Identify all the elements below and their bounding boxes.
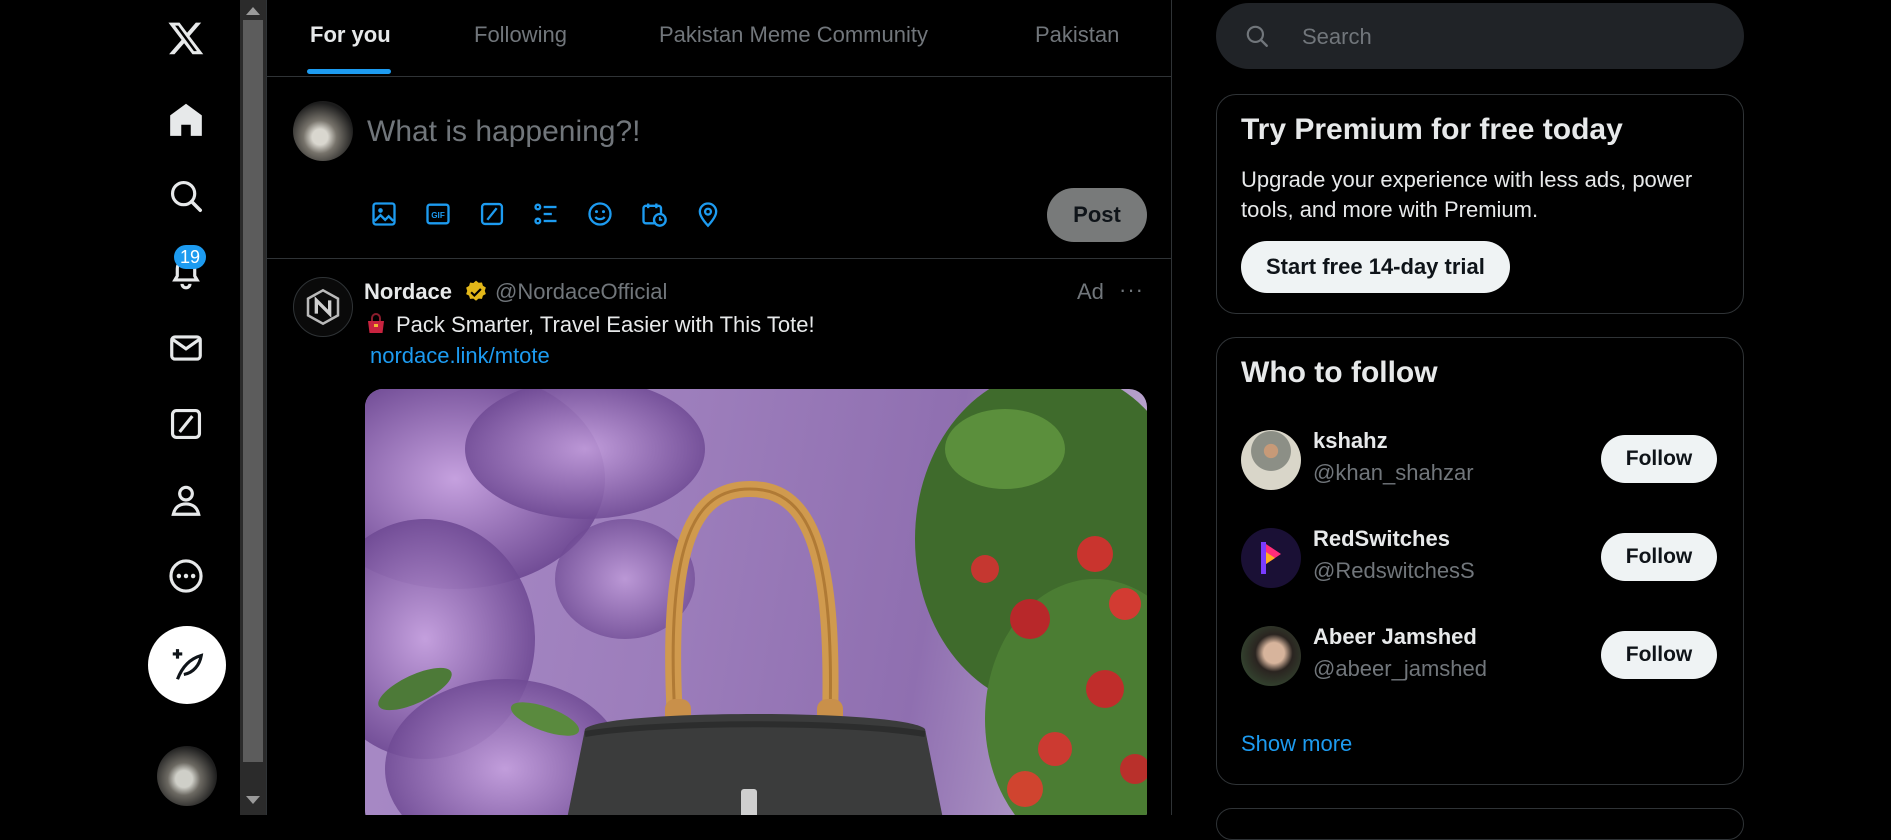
follow-button[interactable]: Follow	[1601, 631, 1717, 679]
avatar[interactable]	[1241, 528, 1301, 588]
suggested-user-handle[interactable]: @abeer_jamshed	[1313, 656, 1487, 682]
location-icon[interactable]	[693, 199, 723, 229]
who-to-follow-title: Who to follow	[1241, 356, 1438, 389]
verified-badge-icon	[466, 280, 486, 301]
avatar[interactable]	[1241, 626, 1301, 686]
composer-avatar[interactable]	[293, 101, 353, 161]
mail-icon[interactable]	[164, 326, 208, 370]
premium-description: Upgrade your experience with less ads, p…	[1241, 167, 1693, 222]
handbag-emoji-icon	[368, 313, 384, 333]
suggested-user-name[interactable]: kshahz	[1313, 428, 1388, 454]
tweet-media-image[interactable]	[365, 389, 1147, 815]
premium-card: Try Premium for free today Upgrade your …	[1216, 94, 1744, 314]
more-icon[interactable]	[164, 554, 208, 598]
grok-icon[interactable]	[477, 199, 507, 229]
follow-suggestion[interactable]: Abeer Jamshed @abeer_jamshed Follow	[1217, 616, 1743, 696]
active-tab-indicator	[307, 69, 391, 74]
suggested-user-handle[interactable]: @khan_shahzar	[1313, 460, 1474, 486]
composer-input[interactable]: What is happening?!	[367, 115, 641, 149]
next-sidebar-card	[1216, 808, 1744, 840]
schedule-icon[interactable]	[639, 199, 669, 229]
grok-icon[interactable]	[164, 402, 208, 446]
suggested-user-name[interactable]: RedSwitches	[1313, 526, 1450, 552]
suggested-user-handle[interactable]: @RedswitchesS	[1313, 558, 1475, 584]
emoji-icon[interactable]	[585, 199, 615, 229]
tweet-text-body: Pack Smarter, Travel Easier with This To…	[396, 312, 815, 337]
poll-icon[interactable]	[531, 199, 561, 229]
home-icon[interactable]	[164, 98, 208, 142]
search-icon[interactable]	[164, 174, 208, 218]
post-composer: What is happening?! GIF Post	[267, 77, 1171, 259]
tweet-author-name[interactable]: Nordace	[364, 279, 452, 305]
feather-plus-icon	[172, 649, 204, 680]
left-nav: 19	[0, 0, 240, 815]
post-button[interactable]: Post	[1047, 188, 1147, 242]
who-to-follow-card: Who to follow kshahz @khan_shahzar Follo…	[1216, 337, 1744, 785]
tweet-link[interactable]: nordace.link/mtote	[370, 343, 550, 369]
tote-bag-photo	[365, 389, 1147, 815]
ad-label: Ad	[1077, 279, 1104, 304]
svg-text:GIF: GIF	[431, 211, 445, 220]
scroll-down-arrow-icon[interactable]	[246, 796, 260, 804]
suggested-user-name[interactable]: Abeer Jamshed	[1313, 624, 1477, 650]
follow-button[interactable]: Follow	[1601, 533, 1717, 581]
scrollbar[interactable]	[240, 0, 266, 815]
tab-pakistan[interactable]: Pakistan	[1035, 22, 1119, 48]
x-logo-icon[interactable]	[164, 16, 208, 60]
search-icon	[1246, 25, 1268, 47]
tweet-author-handle[interactable]: @NordaceOfficial	[495, 279, 667, 305]
compose-post-button[interactable]	[148, 626, 226, 704]
timeline-tabs: For you Following Pakistan Meme Communit…	[267, 0, 1171, 77]
search-input[interactable]	[1300, 15, 1724, 59]
follow-suggestion[interactable]: kshahz @khan_shahzar Follow	[1217, 420, 1743, 500]
profile-icon[interactable]	[164, 478, 208, 522]
account-avatar[interactable]	[157, 746, 217, 806]
search-box[interactable]	[1216, 3, 1744, 69]
avatar[interactable]	[1241, 430, 1301, 490]
notifications-badge: 19	[174, 245, 207, 269]
follow-button[interactable]: Follow	[1601, 435, 1717, 483]
gif-icon[interactable]: GIF	[423, 199, 453, 229]
tab-following[interactable]: Following	[474, 22, 567, 48]
start-free-trial-button[interactable]: Start free 14-day trial	[1241, 241, 1510, 293]
tweet-text: Pack Smarter, Travel Easier with This To…	[364, 312, 815, 338]
scroll-thumb[interactable]	[243, 20, 263, 762]
tab-for-you[interactable]: For you	[310, 22, 391, 48]
ad-tweet[interactable]: Nordace @NordaceOfficial Ad ··· Pack Sma…	[267, 259, 1171, 815]
premium-title: Try Premium for free today	[1241, 113, 1623, 146]
tab-pakistan-meme-community[interactable]: Pakistan Meme Community	[659, 22, 928, 48]
main-timeline: For you Following Pakistan Meme Communit…	[266, 0, 1172, 815]
nordace-logo-avatar[interactable]	[293, 277, 353, 337]
scroll-up-arrow-icon[interactable]	[246, 7, 260, 15]
more-options-icon[interactable]: ···	[1119, 277, 1144, 303]
show-more-link[interactable]: Show more	[1241, 731, 1352, 757]
redswitches-logo-icon	[1261, 542, 1281, 574]
follow-suggestion[interactable]: RedSwitches @RedswitchesS Follow	[1217, 518, 1743, 598]
image-icon[interactable]	[369, 199, 399, 229]
